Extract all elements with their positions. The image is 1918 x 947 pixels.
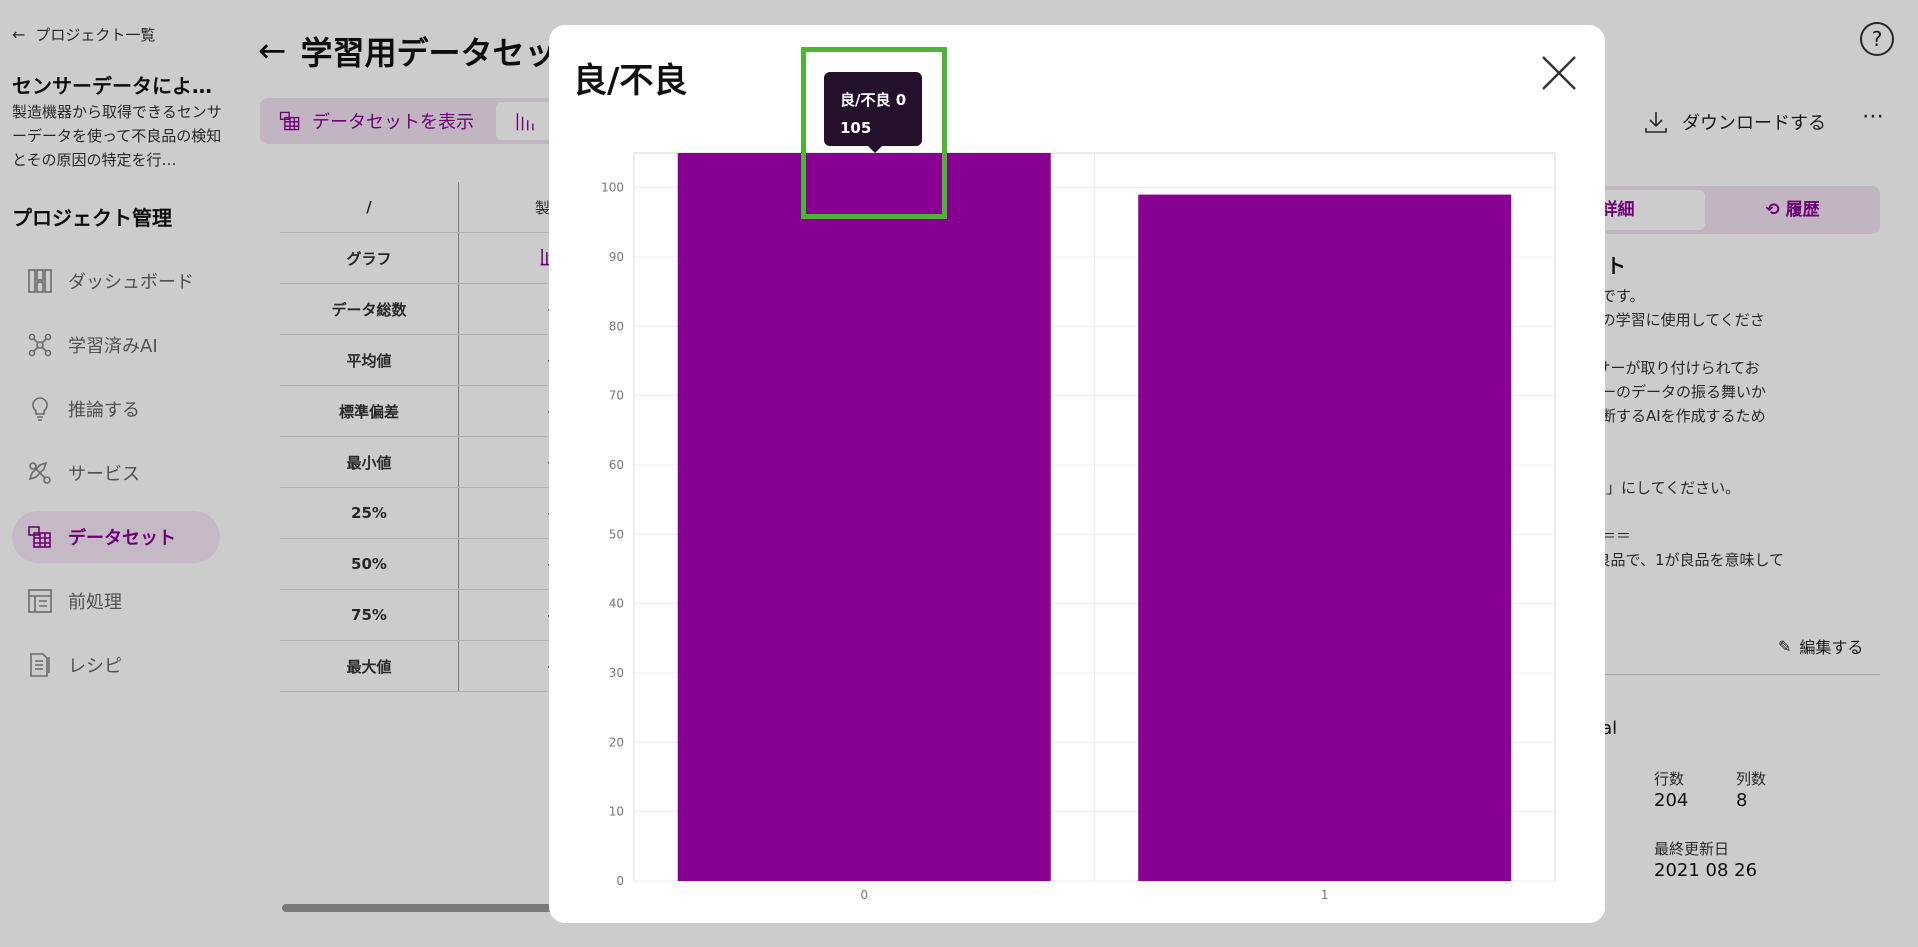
y-tick-label: 30: [609, 666, 624, 680]
y-tick-label: 20: [609, 735, 624, 749]
y-tick-label: 70: [609, 389, 624, 403]
y-tick-label: 100: [601, 181, 624, 195]
chart-modal: 良/不良 0 10 20 30 40 50 60 70 80 90 100 0 1 良/不良 0 105: [549, 25, 1605, 923]
x-tick-label: 1: [1321, 888, 1329, 902]
y-tick-label: 60: [609, 458, 624, 472]
highlight-box: [801, 47, 947, 219]
y-tick-label: 90: [609, 250, 624, 264]
y-tick-label: 10: [609, 805, 624, 819]
bar-chart: 0 10 20 30 40 50 60 70 80 90 100 0 1: [601, 152, 1556, 902]
bar[interactable]: [677, 153, 1051, 881]
bar[interactable]: [1138, 194, 1512, 882]
y-tick-label: 0: [616, 874, 624, 888]
y-tick-label: 80: [609, 319, 624, 333]
y-tick-label: 50: [609, 527, 624, 541]
y-tick-label: 40: [609, 597, 624, 611]
x-tick-label: 0: [860, 888, 868, 902]
